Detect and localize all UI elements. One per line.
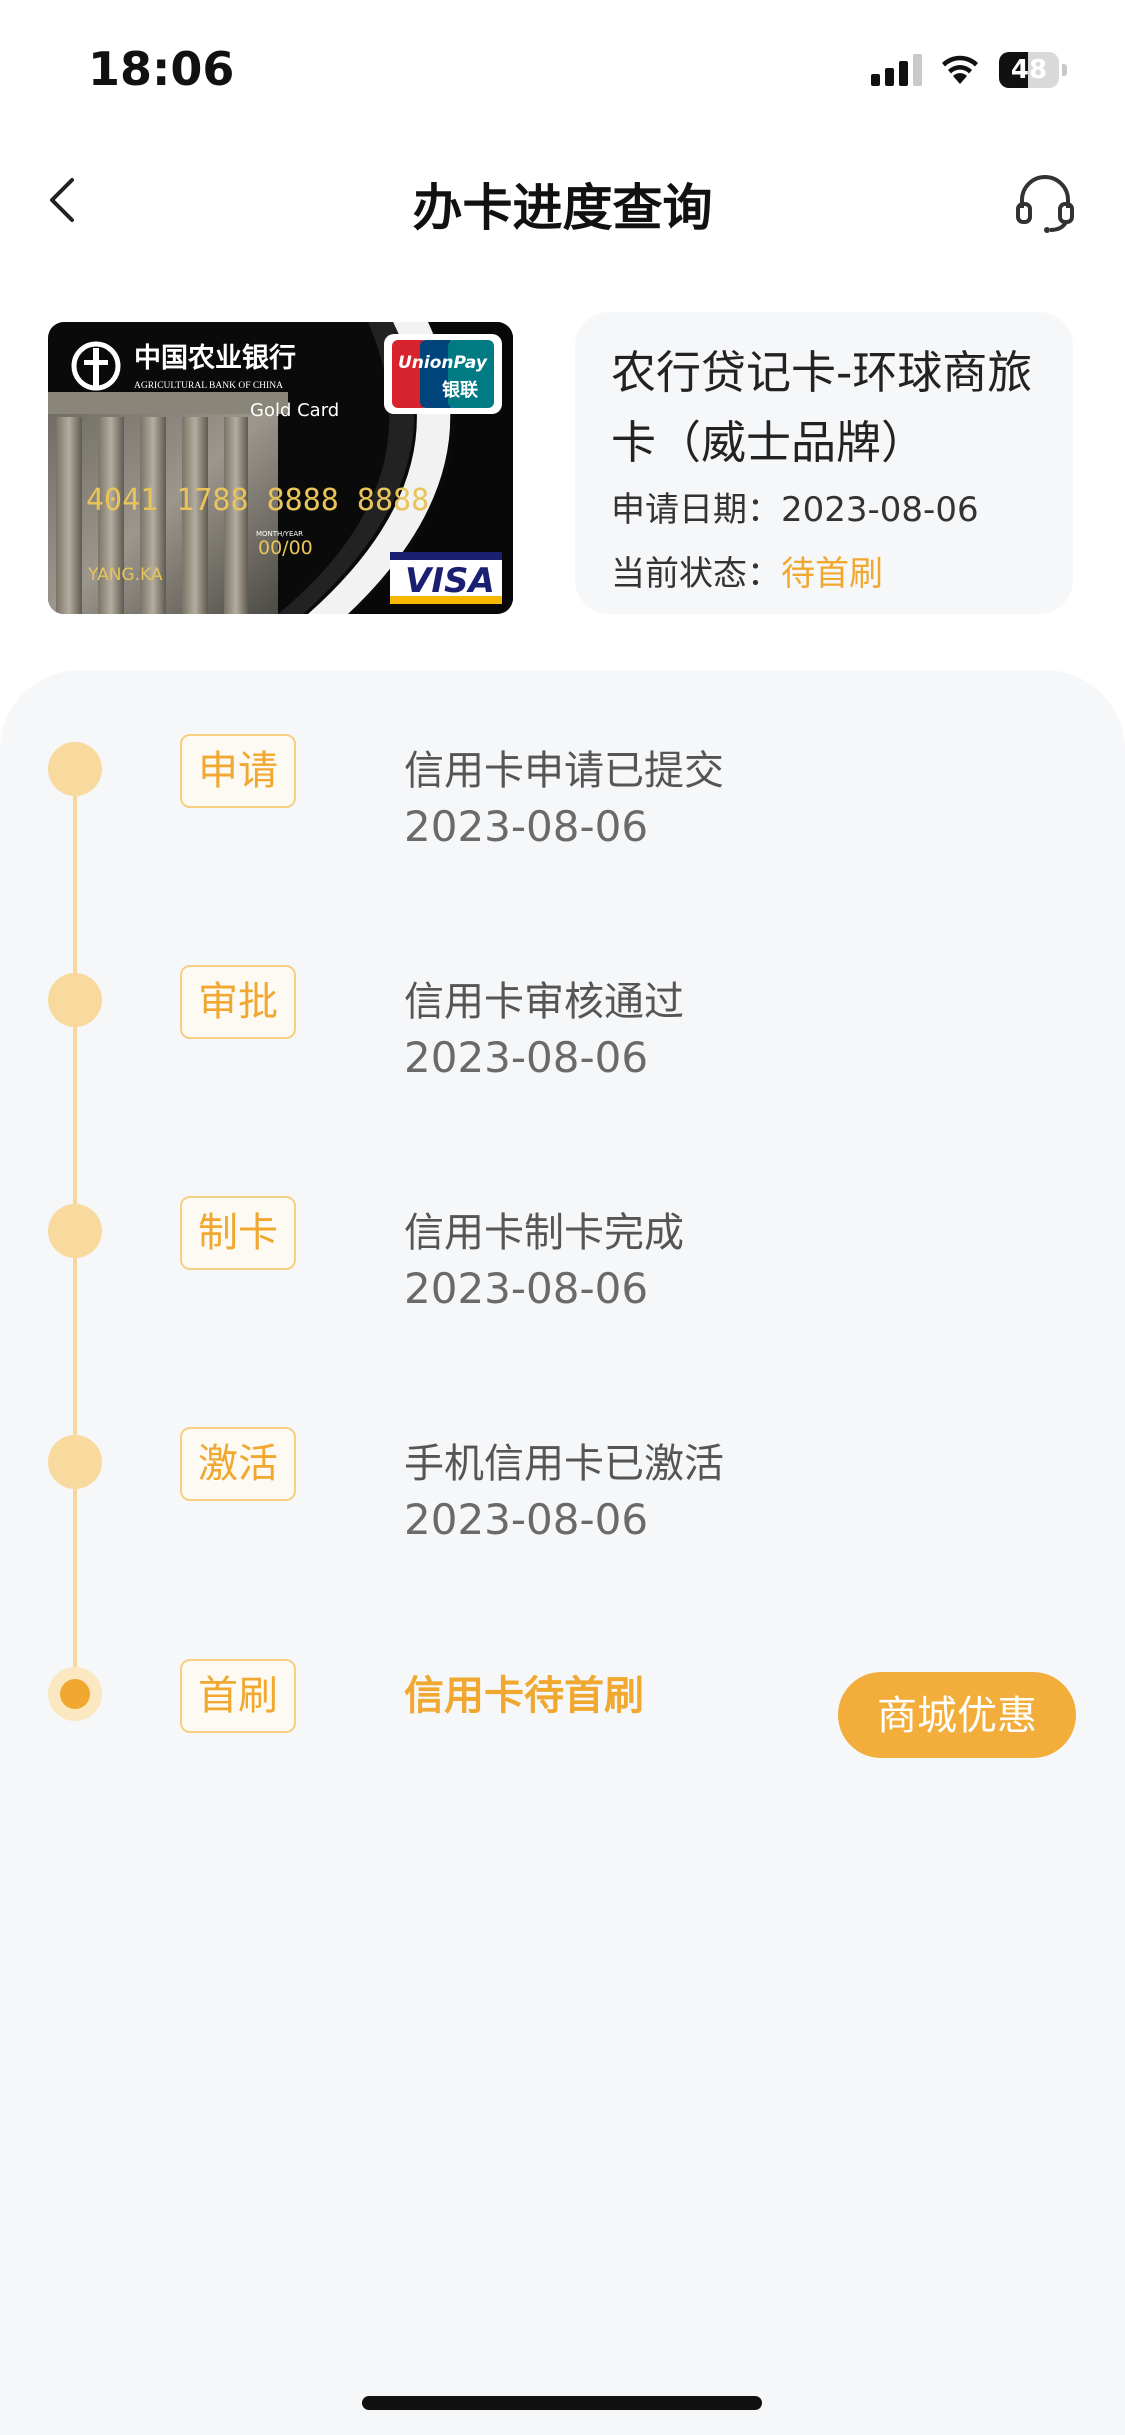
timeline-dot — [48, 742, 102, 796]
timeline-step: 激活 手机信用卡已激活 2023-08-06 — [0, 1427, 1125, 1595]
card-info-panel: 农行贷记卡-环球商旅卡（威士品牌） 申请日期：2023-08-06 当前状态：待… — [575, 312, 1073, 614]
step-date: 2023-08-06 — [404, 1033, 649, 1082]
apply-date-row: 申请日期：2023-08-06 — [611, 482, 979, 531]
apply-date-label: 申请日期： — [611, 490, 781, 530]
unionpay-text: UnionPay — [398, 353, 488, 373]
card-artwork: 中国农业银行 AGRICULTURAL BANK OF CHINA Gold C… — [48, 322, 513, 614]
unionpay-text-cn: 银联 — [442, 379, 478, 401]
card-tier: Gold Card — [250, 400, 339, 421]
status-time: 18:06 — [88, 42, 235, 96]
timeline-dot-current — [48, 1667, 102, 1721]
card-number: 4041 1788 8888 8888 — [86, 483, 429, 518]
step-title: 信用卡待首刷 — [404, 1673, 644, 1719]
timeline-step: 制卡 信用卡制卡完成 2023-08-06 — [0, 1196, 1125, 1364]
status-label: 当前状态： — [611, 554, 781, 594]
mall-offers-button[interactable]: 商城优惠 — [838, 1672, 1076, 1758]
credit-card-image: 中国农业银行 AGRICULTURAL BANK OF CHINA Gold C… — [48, 322, 513, 614]
signal-icon — [871, 54, 922, 86]
step-tag: 审批 — [180, 965, 296, 1039]
headset-icon[interactable] — [1012, 170, 1078, 236]
step-title: 信用卡申请已提交 — [404, 748, 724, 794]
unionpay-logo: UnionPay 银联 — [384, 334, 502, 414]
status-value: 待首刷 — [781, 554, 883, 594]
timeline-step: 审批 信用卡审核通过 2023-08-06 — [0, 965, 1125, 1133]
status-bar: 18:06 48 — [0, 0, 1125, 140]
apply-date-value: 2023-08-06 — [781, 490, 979, 530]
status-row: 当前状态：待首刷 — [611, 546, 883, 595]
timeline-dot — [48, 973, 102, 1027]
card-holder: YANG.KA — [87, 565, 163, 585]
step-title: 手机信用卡已激活 — [404, 1441, 724, 1487]
step-tag: 申请 — [180, 734, 296, 808]
home-indicator[interactable] — [362, 2396, 762, 2410]
step-tag: 激活 — [180, 1427, 296, 1501]
timeline-step: 申请 信用卡申请已提交 2023-08-06 — [0, 734, 1125, 902]
card-expiry-value: 00/00 — [258, 537, 313, 559]
step-date: 2023-08-06 — [404, 1264, 649, 1313]
step-tag: 首刷 — [180, 1659, 296, 1733]
step-date: 2023-08-06 — [404, 1495, 649, 1544]
battery-icon: 48 — [999, 52, 1069, 90]
step-title: 信用卡审核通过 — [404, 979, 684, 1025]
card-bank-name-cn: 中国农业银行 — [134, 342, 296, 374]
step-date: 2023-08-06 — [404, 802, 649, 851]
card-product-name: 农行贷记卡-环球商旅卡（威士品牌） — [611, 346, 1033, 469]
step-tag: 制卡 — [180, 1196, 296, 1270]
nav-bar: 办卡进度查询 — [0, 150, 1125, 250]
wifi-icon — [942, 55, 978, 84]
card-bank-name-en: AGRICULTURAL BANK OF CHINA — [134, 381, 283, 391]
page-title: 办卡进度查询 — [412, 179, 713, 237]
timeline-dot — [48, 1435, 102, 1489]
step-title: 信用卡制卡完成 — [404, 1210, 684, 1256]
visa-text: VISA — [405, 561, 495, 601]
visa-logo: VISA — [390, 552, 502, 604]
battery-level-text: 48 — [1010, 55, 1048, 85]
timeline-dot — [48, 1204, 102, 1258]
